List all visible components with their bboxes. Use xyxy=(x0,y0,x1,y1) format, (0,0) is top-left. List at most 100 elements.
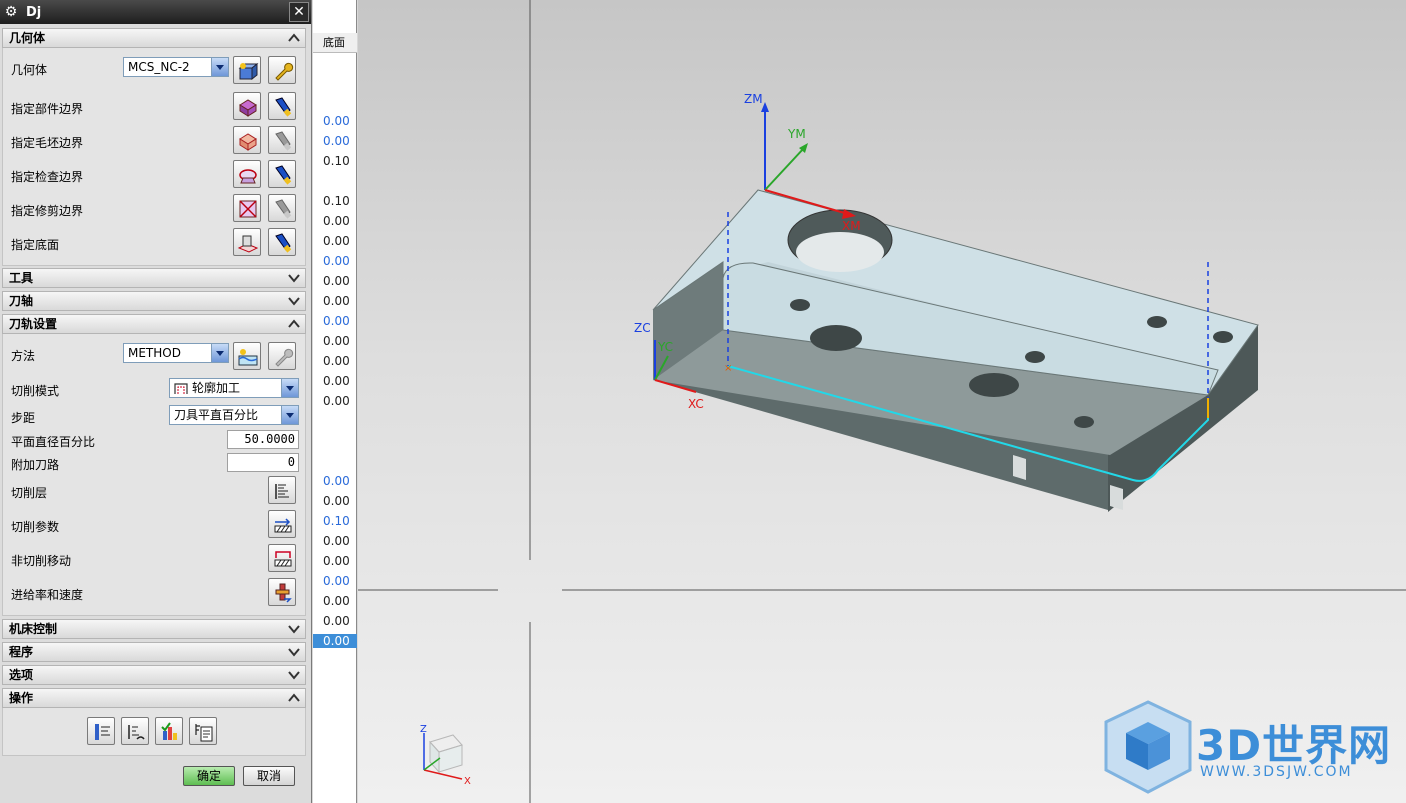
blank-boundary-display-button[interactable] xyxy=(268,126,296,154)
section-path-settings-header[interactable]: 刀轨设置 xyxy=(2,314,306,334)
column-cell[interactable]: 0.10 xyxy=(323,154,350,168)
dropdown-arrow-icon[interactable] xyxy=(211,58,228,76)
section-options-header[interactable]: 选项 xyxy=(2,665,306,685)
triad-cube-left xyxy=(429,740,440,774)
column-cell[interactable]: 0.00 xyxy=(323,234,350,248)
column-cell[interactable]: 0.00 xyxy=(323,134,350,148)
section-tool-header[interactable]: 工具 xyxy=(2,268,306,288)
column-cell[interactable]: 0.00 xyxy=(323,574,350,588)
cut-params-button[interactable] xyxy=(268,510,296,538)
check-boundary-display-button[interactable] xyxy=(268,160,296,188)
dropdown-arrow-icon[interactable] xyxy=(211,344,228,362)
section-program-header[interactable]: 程序 xyxy=(2,642,306,662)
section-machine-control-header[interactable]: 机床控制 xyxy=(2,619,306,639)
column-cell[interactable]: 0.00 xyxy=(323,614,350,628)
trim-boundary-label: 指定修剪边界 xyxy=(11,204,84,218)
part-boundary-label: 指定部件边界 xyxy=(11,102,84,116)
section-geometry-label: 几何体 xyxy=(9,31,46,45)
new-geometry-button[interactable] xyxy=(233,56,261,84)
feeds-speeds-button[interactable] xyxy=(268,578,296,606)
graphics-viewport[interactable]: × ZM YM XM ZC YC XC Z X 3D世界网 WWW.3DSJW.… xyxy=(358,0,1406,803)
cancel-button[interactable]: 取消 xyxy=(243,766,295,786)
cut-pattern-select-value: 轮廓加工 xyxy=(192,381,241,395)
section-options-label: 选项 xyxy=(9,668,34,682)
chevron-up-icon xyxy=(288,319,300,328)
small-hole-2 xyxy=(1025,351,1045,363)
operation-table-column: 底面 0.00 0.00 0.10 0.10 0.00 0.00 0.00 0.00 0.00 0… xyxy=(313,0,357,803)
view-triad[interactable]: Z X xyxy=(420,724,471,787)
replay-icon xyxy=(128,725,145,740)
triad-cube-right xyxy=(438,744,463,773)
section-geometry-header[interactable]: 几何体 xyxy=(2,28,306,48)
new-method-icon xyxy=(238,349,258,366)
non-cutting-moves-icon xyxy=(274,551,292,567)
model-scene[interactable]: × ZM YM XM ZC YC XC Z X xyxy=(358,0,1406,803)
floor-label: 指定底面 xyxy=(11,238,60,252)
part-boundary-select-button[interactable] xyxy=(233,92,261,120)
column-cell[interactable]: 0.00 xyxy=(323,334,350,348)
verify-button[interactable] xyxy=(155,717,183,745)
generate-button[interactable] xyxy=(87,717,115,745)
column-cell[interactable]: 0.00 xyxy=(323,294,350,308)
edit-geometry-button[interactable] xyxy=(268,56,296,84)
section-tool-label: 工具 xyxy=(9,271,34,285)
dropdown-arrow-icon[interactable] xyxy=(281,379,298,397)
column-cell[interactable]: 0.00 xyxy=(323,594,350,608)
section-actions-label: 操作 xyxy=(9,691,34,705)
edit-method-button[interactable] xyxy=(268,342,296,370)
gear-icon[interactable]: ⚙ xyxy=(2,3,20,21)
check-boundary-label: 指定检查边界 xyxy=(11,170,84,184)
start-marker: × xyxy=(724,363,732,374)
cut-pattern-select[interactable]: 轮廓加工 xyxy=(169,378,299,398)
section-actions-header[interactable]: 操作 xyxy=(2,688,306,708)
cut-levels-button[interactable] xyxy=(268,476,296,504)
blank-boundary-select-button[interactable] xyxy=(233,126,261,154)
section-path-settings-label: 刀轨设置 xyxy=(9,317,58,331)
ok-button[interactable]: 确定 xyxy=(183,766,235,786)
column-cell[interactable]: 0.00 xyxy=(323,394,350,408)
column-cell[interactable]: 0.00 xyxy=(323,494,350,508)
column-cell[interactable]: 0.00 xyxy=(323,374,350,388)
method-select[interactable]: METHOD xyxy=(123,343,229,363)
column-cell[interactable]: 0.00 xyxy=(323,114,350,128)
check-boundary-select-button[interactable] xyxy=(233,160,261,188)
part-boundary-display-button[interactable] xyxy=(268,92,296,120)
additional-passes-input[interactable]: 0 xyxy=(227,453,299,472)
triad-x-label: X xyxy=(464,776,471,787)
column-cell[interactable]: 0.00 xyxy=(323,554,350,568)
section-tool-axis-header[interactable]: 刀轴 xyxy=(2,291,306,311)
floor-display-button[interactable] xyxy=(268,228,296,256)
close-button[interactable]: ✕ xyxy=(289,2,309,22)
column-cell[interactable]: 0.10 xyxy=(323,514,350,528)
list-button[interactable] xyxy=(189,717,217,745)
column-header[interactable]: 底面 xyxy=(313,33,357,53)
replay-button[interactable] xyxy=(121,717,149,745)
dropdown-arrow-icon[interactable] xyxy=(281,406,298,424)
column-cell[interactable]: 0.00 xyxy=(323,474,350,488)
yc-label: YC xyxy=(657,340,673,354)
column-cell[interactable]: 0.00 xyxy=(323,314,350,328)
floor-select-button[interactable] xyxy=(233,228,261,256)
part-boundary-icon xyxy=(239,99,257,117)
floor-plane-icon xyxy=(237,235,259,253)
column-cell[interactable]: 0.00 xyxy=(323,214,350,228)
trim-boundary-select-button[interactable] xyxy=(233,194,261,222)
flashlight-icon xyxy=(275,165,292,185)
dialog-title: Dj xyxy=(26,4,42,20)
stepover-select-value: 刀具平直百分比 xyxy=(174,408,259,422)
column-cell[interactable]: 0.00 xyxy=(313,634,357,648)
column-cell[interactable]: 0.10 xyxy=(323,194,350,208)
column-cell[interactable]: 0.00 xyxy=(323,534,350,548)
trim-boundary-display-button[interactable] xyxy=(268,194,296,222)
percent-input[interactable]: 50.0000 xyxy=(227,430,299,449)
new-method-button[interactable] xyxy=(233,342,261,370)
column-cell[interactable]: 0.00 xyxy=(323,274,350,288)
column-cell[interactable]: 0.00 xyxy=(323,354,350,368)
chevron-down-icon xyxy=(288,274,300,283)
operation-dialog: ⚙ Dj ✕ 几何体 几何体 MCS_NC-2 指定部件边界 指定毛坯边界 指定… xyxy=(0,0,312,803)
stepover-select[interactable]: 刀具平直百分比 xyxy=(169,405,299,425)
column-cell[interactable]: 0.00 xyxy=(323,254,350,268)
geometry-select[interactable]: MCS_NC-2 xyxy=(123,57,229,77)
non-cutting-button[interactable] xyxy=(268,544,296,572)
xm-label: XM xyxy=(842,219,861,233)
